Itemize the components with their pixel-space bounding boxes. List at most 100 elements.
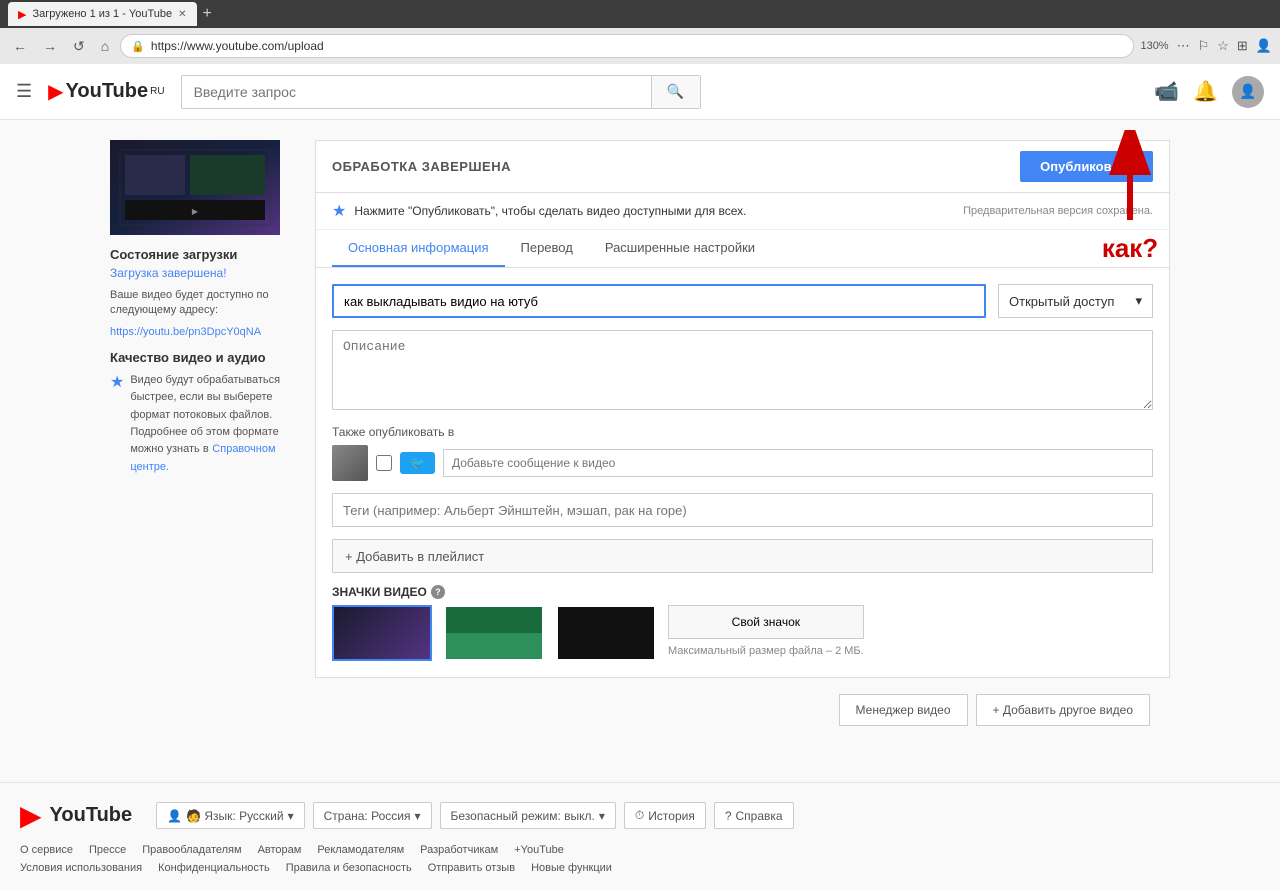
footer-link-plus[interactable]: +YouTube [514, 844, 564, 856]
footer-link-press[interactable]: Прессе [89, 844, 126, 856]
twitter-button[interactable]: 🐦 [400, 452, 435, 474]
footer-link-developers[interactable]: Разработчикам [420, 844, 498, 856]
thumbnail-1[interactable] [332, 605, 432, 661]
footer-controls: 👤 🧑 Язык: Русский ▾ Страна: Россия ▾ Без… [156, 802, 793, 829]
language-button[interactable]: 👤 🧑 Язык: Русский ▾ [156, 802, 305, 829]
form-header: ОБРАБОТКА ЗАВЕРШЕНА Опубликовать [316, 141, 1169, 193]
video-manager-button[interactable]: Менеджер видео [839, 694, 968, 726]
tab-close[interactable]: ✕ [178, 9, 186, 20]
header-right-icons: 📹 🔔 👤 [1154, 76, 1264, 108]
history-label: История [648, 809, 695, 823]
form-body: Открытый доступ ▾ Также опубликовать в [316, 268, 1169, 677]
footer-link-terms[interactable]: Условия использования [20, 862, 142, 874]
star-notice-icon: ★ [332, 201, 346, 221]
add-to-playlist-button[interactable]: + Добавить в плейлист [332, 539, 1153, 573]
privacy-chevron-icon: ▾ [1135, 293, 1142, 309]
quality-row: ★ Видео будут обрабатываться быстрее, ес… [110, 371, 295, 473]
language-icon: 👤 [167, 809, 182, 823]
tab-translation[interactable]: Перевод [505, 230, 589, 267]
arrow-svg [1100, 130, 1160, 230]
hamburger-menu[interactable]: ☰ [16, 81, 32, 102]
channel-avatar [332, 445, 368, 481]
url-bar[interactable]: 🔒 https://www.youtube.com/upload [120, 34, 1134, 58]
footer-logo: ▶ YouTube [20, 799, 132, 832]
help-label: Справка [736, 809, 783, 823]
footer-link-safety[interactable]: Правила и безопасность [286, 862, 412, 874]
privacy-label: Открытый доступ [1009, 294, 1114, 309]
safety-mode-button[interactable]: Безопасный режим: выкл. ▾ [440, 802, 616, 829]
youtube-logo[interactable]: ▶ YouTube RU [48, 79, 164, 104]
also-publish-label: Также опубликовать в [332, 425, 1153, 439]
help-icon[interactable]: ? [431, 585, 445, 599]
form-tabs: Основная информация Перевод Расширенные … [316, 230, 1169, 268]
help-button[interactable]: ? Справка [714, 802, 794, 829]
bottom-row: Менеджер видео + Добавить другое видео [315, 678, 1170, 742]
footer-logo-icon: ▶ [20, 799, 42, 832]
custom-thumb-button[interactable]: Свой значок [668, 605, 864, 639]
video-thumbnail: ▶ [110, 140, 280, 235]
privacy-dropdown[interactable]: Открытый доступ ▾ [998, 284, 1153, 318]
main-content: ▶ Состояние загрузки Загрузка завершена!… [90, 120, 1190, 762]
footer-link-privacy[interactable]: Конфиденциальность [158, 862, 270, 874]
account-icon[interactable]: 👤 [1256, 38, 1272, 54]
new-tab-button[interactable]: + [203, 5, 212, 23]
bookmark-icon[interactable]: ☆ [1217, 38, 1229, 54]
forward-button[interactable]: → [38, 36, 62, 56]
search-button[interactable]: 🔍 [651, 75, 701, 109]
footer-link-new-features[interactable]: Новые функции [531, 862, 612, 874]
history-button[interactable]: ⏱ История [624, 802, 706, 829]
notifications-icon[interactable]: 🔔 [1193, 79, 1218, 104]
svg-text:▶: ▶ [192, 207, 199, 216]
home-button[interactable]: ⌂ [96, 36, 114, 56]
title-input[interactable] [332, 284, 986, 318]
twitter-message-input[interactable] [443, 449, 1153, 477]
language-chevron-icon: ▾ [288, 809, 294, 823]
processing-status: ОБРАБОТКА ЗАВЕРШЕНА [332, 159, 511, 174]
annotation-text: как? [1100, 233, 1160, 264]
add-video-button[interactable]: + Добавить другое видео [976, 694, 1150, 726]
avatar[interactable]: 👤 [1232, 76, 1264, 108]
back-button[interactable]: ← [8, 36, 32, 56]
footer-link-copyright[interactable]: Правообладателям [142, 844, 241, 856]
upload-status-title: Состояние загрузки [110, 247, 295, 262]
footer-link-feedback[interactable]: Отправить отзыв [428, 862, 515, 874]
pocket-icon[interactable]: ⚐ [1198, 38, 1210, 54]
left-panel: ▶ Состояние загрузки Загрузка завершена!… [110, 140, 295, 742]
tab-basic-info[interactable]: Основная информация [332, 230, 505, 267]
language-label: 🧑 Язык: Русский [186, 809, 284, 823]
browser-tab[interactable]: ▶ Загружено 1 из 1 - YouTube ✕ [8, 2, 197, 26]
search-input[interactable] [181, 75, 651, 109]
safety-chevron-icon: ▾ [599, 809, 605, 823]
upload-form: ОБРАБОТКА ЗАВЕРШЕНА Опубликовать ★ Нажми… [315, 140, 1170, 678]
youtube-logo-icon: ▶ [48, 79, 63, 104]
description-input[interactable] [332, 330, 1153, 410]
title-row: Открытый доступ ▾ [332, 284, 1153, 318]
safety-label: Безопасный режим: выкл. [451, 809, 595, 823]
footer-logo-text: YouTube [50, 804, 133, 827]
tags-input[interactable] [332, 493, 1153, 527]
thumbnail-3[interactable] [556, 605, 656, 661]
youtube-footer: ▶ YouTube 👤 🧑 Язык: Русский ▾ Страна: Ро… [0, 782, 1280, 890]
browser-chrome: ▶ Загружено 1 из 1 - YouTube ✕ + [0, 0, 1280, 28]
twitter-checkbox[interactable] [376, 455, 392, 471]
extensions-icon[interactable]: ⊞ [1237, 38, 1248, 54]
url-text: https://www.youtube.com/upload [151, 39, 324, 53]
thumbnail-2[interactable] [444, 605, 544, 661]
ssl-lock-icon: 🔒 [131, 40, 145, 53]
footer-link-about[interactable]: О сервисе [20, 844, 73, 856]
tab-advanced[interactable]: Расширенные настройки [589, 230, 771, 267]
browser-toolbar: ← → ↺ ⌂ 🔒 https://www.youtube.com/upload… [0, 28, 1280, 64]
footer-link-advertise[interactable]: Рекламодателям [317, 844, 404, 856]
upload-link[interactable]: https://youtu.be/pn3DpcY0qNA [110, 326, 261, 338]
history-icon: ⏱ [635, 808, 644, 823]
arrow-annotation: как? [1100, 130, 1160, 264]
upload-icon[interactable]: 📹 [1154, 79, 1179, 104]
more-icon[interactable]: ⋯ [1177, 38, 1190, 54]
footer-link-creators[interactable]: Авторам [258, 844, 302, 856]
star-notice-bar: ★ Нажмите "Опубликовать", чтобы сделать … [316, 193, 1169, 230]
country-label: Страна: Россия [324, 809, 411, 823]
thumbnails-row: Свой значок Максимальный размер файла – … [332, 605, 1153, 661]
tab-title: Загружено 1 из 1 - YouTube [32, 8, 172, 20]
reload-button[interactable]: ↺ [68, 36, 90, 57]
country-button[interactable]: Страна: Россия ▾ [313, 802, 432, 829]
